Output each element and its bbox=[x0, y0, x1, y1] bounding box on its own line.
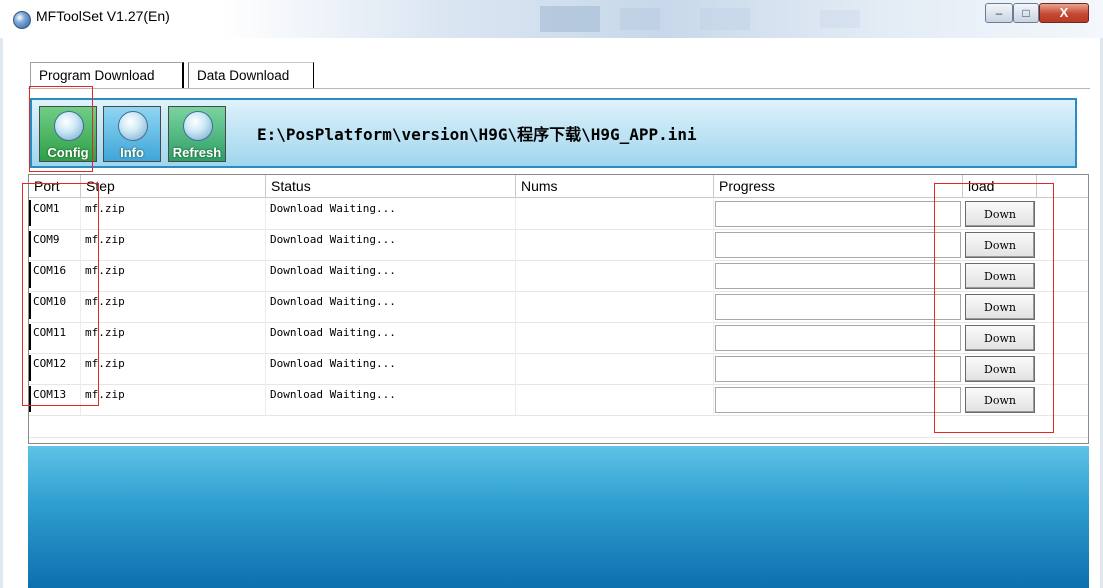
table-row[interactable]: COM13 mf.zip Download Waiting... Down bbox=[29, 384, 1088, 416]
cell-step: mf.zip bbox=[81, 229, 266, 260]
table-row[interactable]: COM1 mf.zip Download Waiting... Down bbox=[29, 198, 1088, 230]
tab-data-download[interactable]: Data Download bbox=[188, 62, 314, 88]
cell-port: COM13 bbox=[29, 384, 81, 415]
cell-step: mf.zip bbox=[81, 384, 266, 415]
table-header: Port Step Status Nums Progress load bbox=[29, 175, 1088, 198]
close-icon: X bbox=[1059, 5, 1069, 20]
maximize-icon: □ bbox=[1022, 6, 1030, 20]
down-button[interactable]: Down bbox=[965, 294, 1035, 320]
blurred-background bbox=[540, 6, 600, 32]
down-button[interactable]: Down bbox=[965, 201, 1035, 227]
cell-port: COM9 bbox=[29, 229, 81, 260]
down-button[interactable]: Down bbox=[965, 356, 1035, 382]
table-row[interactable]: COM10 mf.zip Download Waiting... Down bbox=[29, 291, 1088, 323]
cell-nums bbox=[516, 260, 714, 291]
progress-bar bbox=[715, 263, 961, 289]
blurred-background bbox=[700, 8, 750, 30]
refresh-icon bbox=[183, 111, 213, 141]
app-icon bbox=[13, 11, 31, 29]
progress-bar bbox=[715, 232, 961, 258]
download-table: Port Step Status Nums Progress load COM1… bbox=[28, 174, 1089, 444]
info-label: Info bbox=[120, 145, 144, 160]
close-button[interactable]: X bbox=[1039, 3, 1089, 23]
header-port[interactable]: Port bbox=[29, 175, 81, 197]
config-label: Config bbox=[47, 145, 89, 160]
empty-row bbox=[29, 415, 1088, 438]
status-panel bbox=[28, 446, 1089, 588]
tab-divider bbox=[28, 88, 1090, 89]
header-status[interactable]: Status bbox=[266, 175, 516, 197]
table-row[interactable]: COM9 mf.zip Download Waiting... Down bbox=[29, 229, 1088, 261]
progress-bar bbox=[715, 387, 961, 413]
cell-nums bbox=[516, 322, 714, 353]
cell-nums bbox=[516, 198, 714, 229]
cell-step: mf.zip bbox=[81, 260, 266, 291]
header-load[interactable]: load bbox=[963, 175, 1037, 197]
cell-step: mf.zip bbox=[81, 353, 266, 384]
cell-step: mf.zip bbox=[81, 291, 266, 322]
blurred-background bbox=[620, 8, 660, 30]
window-border-left bbox=[0, 38, 3, 588]
info-gears-icon bbox=[118, 111, 148, 141]
cell-port: COM12 bbox=[29, 353, 81, 384]
progress-bar bbox=[715, 294, 961, 320]
blurred-background bbox=[820, 10, 860, 28]
cell-status: Download Waiting... bbox=[266, 322, 516, 353]
cell-status: Download Waiting... bbox=[266, 384, 516, 415]
cell-port: COM1 bbox=[29, 198, 81, 229]
window-title: MFToolSet V1.27(En) bbox=[36, 8, 170, 24]
down-button[interactable]: Down bbox=[965, 325, 1035, 351]
down-button[interactable]: Down bbox=[965, 232, 1035, 258]
gear-icon bbox=[54, 111, 84, 141]
cell-step: mf.zip bbox=[81, 198, 266, 229]
tab-program-download[interactable]: Program Download bbox=[30, 62, 184, 88]
config-file-path: E:\PosPlatform\version\H9G\程序下载\H9G_APP.… bbox=[257, 125, 697, 144]
cell-step: mf.zip bbox=[81, 322, 266, 353]
cell-nums bbox=[516, 384, 714, 415]
header-nums[interactable]: Nums bbox=[516, 175, 714, 197]
maximize-button[interactable]: □ bbox=[1013, 3, 1039, 23]
minimize-button[interactable]: ‒ bbox=[985, 3, 1013, 23]
table-row[interactable]: COM12 mf.zip Download Waiting... Down bbox=[29, 353, 1088, 385]
progress-bar bbox=[715, 325, 961, 351]
refresh-label: Refresh bbox=[172, 145, 222, 160]
title-bar: MFToolSet V1.27(En) ‒ □ X bbox=[0, 0, 1103, 38]
minimize-icon: ‒ bbox=[995, 6, 1003, 20]
cell-status: Download Waiting... bbox=[266, 291, 516, 322]
table-row[interactable]: COM11 mf.zip Download Waiting... Down bbox=[29, 322, 1088, 354]
cell-port: COM16 bbox=[29, 260, 81, 291]
table-row[interactable]: COM16 mf.zip Download Waiting... Down bbox=[29, 260, 1088, 292]
cell-nums bbox=[516, 291, 714, 322]
cell-port: COM10 bbox=[29, 291, 81, 322]
info-button[interactable]: Info bbox=[103, 106, 161, 162]
cell-nums bbox=[516, 229, 714, 260]
progress-bar bbox=[715, 356, 961, 382]
refresh-button[interactable]: Refresh bbox=[168, 106, 226, 162]
cell-status: Download Waiting... bbox=[266, 229, 516, 260]
header-progress[interactable]: Progress bbox=[714, 175, 963, 197]
cell-status: Download Waiting... bbox=[266, 353, 516, 384]
down-button[interactable]: Down bbox=[965, 387, 1035, 413]
progress-bar bbox=[715, 201, 961, 227]
cell-nums bbox=[516, 353, 714, 384]
config-button[interactable]: Config bbox=[39, 106, 97, 162]
header-step[interactable]: Step bbox=[81, 175, 266, 197]
cell-status: Download Waiting... bbox=[266, 198, 516, 229]
down-button[interactable]: Down bbox=[965, 263, 1035, 289]
cell-port: COM11 bbox=[29, 322, 81, 353]
toolbar: Config Info Refresh E:\PosPlatform\versi… bbox=[30, 98, 1077, 168]
cell-status: Download Waiting... bbox=[266, 260, 516, 291]
